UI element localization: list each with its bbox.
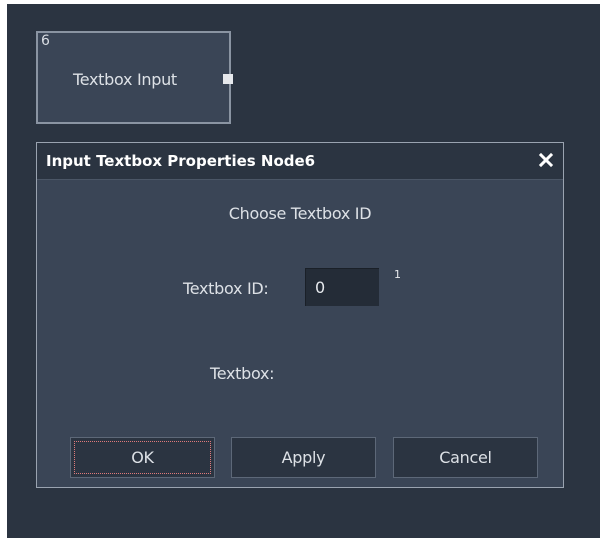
ok-button-label: OK	[131, 448, 154, 467]
textbox-id-input[interactable]	[305, 268, 379, 306]
textbox-id-hint: 1	[394, 268, 401, 281]
dialog-title: Input Textbox Properties Node6	[46, 152, 316, 170]
textbox-label: Textbox:	[210, 364, 275, 383]
apply-button-label: Apply	[281, 448, 326, 467]
dialog-heading: Choose Textbox ID	[228, 204, 372, 223]
node-label: Textbox Input	[73, 70, 177, 89]
output-port-icon[interactable]	[223, 74, 233, 84]
textbox-id-label: Textbox ID:	[183, 279, 269, 298]
properties-dialog: Input Textbox Properties Node6 Choose Te…	[36, 142, 564, 488]
dialog-titlebar[interactable]: Input Textbox Properties Node6	[37, 143, 563, 180]
node-canvas: 6 Textbox Input Input Textbox Properties…	[7, 4, 600, 538]
close-icon[interactable]	[537, 151, 555, 169]
cancel-button[interactable]: Cancel	[393, 437, 538, 478]
textbox-input-node[interactable]: 6 Textbox Input	[36, 31, 233, 124]
ok-button[interactable]: OK	[70, 437, 215, 478]
apply-button[interactable]: Apply	[231, 437, 376, 478]
cancel-button-label: Cancel	[439, 448, 492, 467]
node-id: 6	[41, 33, 50, 49]
